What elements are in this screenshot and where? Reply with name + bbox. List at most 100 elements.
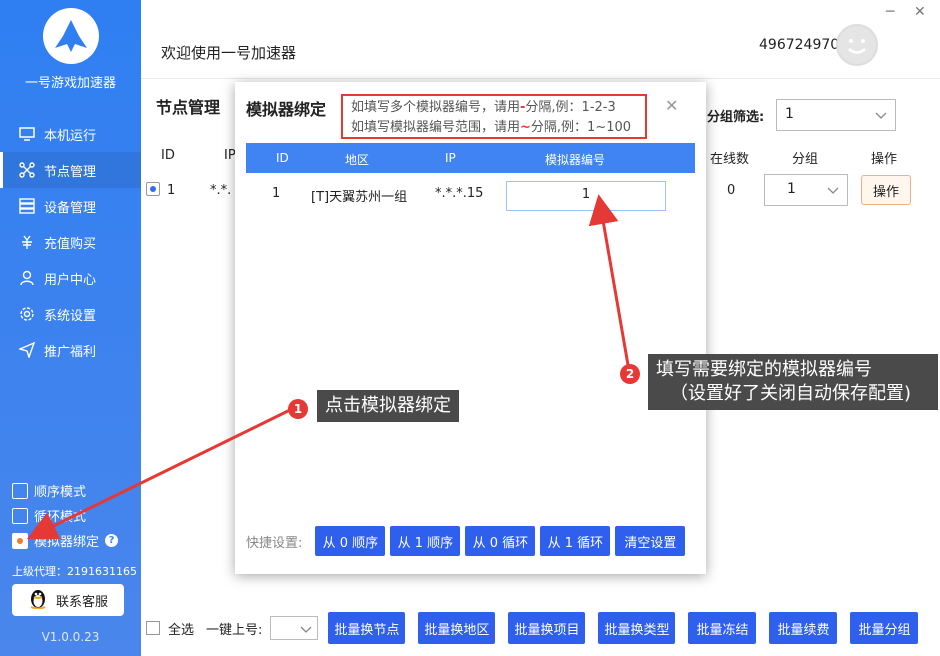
help-icon[interactable]: ? (105, 534, 119, 547)
sidebar-item-label: 系统设置 (44, 308, 97, 324)
col-ip: IP (445, 151, 456, 165)
checkbox-box[interactable] (12, 482, 28, 499)
sidebar-item-node-management[interactable]: 节点管理 (0, 152, 141, 188)
col-ip: IP (224, 148, 236, 163)
page-title: 节点管理 (156, 98, 221, 117)
step-1-callout: 点击模拟器绑定 (317, 390, 459, 422)
welcome-text: 欢迎使用一号加速器 (161, 44, 297, 62)
row-online: 0 (727, 183, 736, 198)
sidebar: 一号游戏加速器 本机运行 节点管理 设备管理 充值购买 用户中心 系统设置 推广… (0, 0, 141, 656)
batch-change-project-button[interactable]: 批量换项目 (508, 612, 586, 644)
batch-renew-button[interactable]: 批量续费 (769, 612, 838, 644)
chevron-down-icon (827, 187, 839, 194)
col-emulator-number: 模拟器编号 (545, 153, 606, 167)
user-icon (18, 269, 36, 287)
row-select-radio[interactable] (146, 182, 160, 196)
sidebar-item-user-center[interactable]: 用户中心 (0, 260, 141, 296)
sidebar-item-label: 节点管理 (44, 164, 97, 180)
select-all-checkbox[interactable] (146, 621, 160, 635)
user-id: 496724970 (759, 37, 840, 53)
row-region: [T]天翼苏州一组 (311, 190, 408, 205)
mode-label: 模拟器绑定 (34, 535, 100, 550)
group-filter-label: 分组筛选: (707, 110, 765, 125)
hint-line-1: 如填写多个模拟器编号，请用-分隔,例：1-2-3 (351, 100, 616, 115)
sidebar-item-label: 推广福利 (44, 344, 97, 360)
hint-line-2: 如填写模拟器编号范围，请用~分隔,例：1~100 (351, 120, 632, 135)
one-click-label: 一键上号: (206, 622, 263, 638)
step-badge-2: 2 (620, 364, 640, 384)
emulator-binding-checkbox[interactable]: 模拟器绑定 ? (12, 531, 119, 550)
one-click-select[interactable] (270, 616, 319, 640)
sidebar-item-local-run[interactable]: 本机运行 (0, 116, 141, 152)
group-filter-value: 1 (785, 106, 794, 122)
sidebar-item-system-settings[interactable]: 系统设置 (0, 296, 141, 332)
col-id: ID (161, 148, 175, 163)
sidebar-item-promotion[interactable]: 推广福利 (0, 332, 141, 368)
col-region: 地区 (345, 153, 370, 167)
close-window-button[interactable]: ✕ (914, 4, 926, 20)
chevron-down-icon (875, 112, 887, 119)
qq-penguin-icon (28, 587, 48, 613)
sidebar-item-label: 本机运行 (44, 128, 97, 144)
app-name: 一号游戏加速器 (24, 76, 116, 91)
app-logo (43, 8, 99, 64)
row-ip: *.*. (210, 183, 232, 198)
row-ip: *.*.*.15 (435, 186, 484, 201)
checkbox-box[interactable] (12, 507, 28, 524)
contact-label: 联系客服 (55, 594, 108, 610)
select-all-label: 全选 (168, 622, 195, 638)
from-1-sequence-button[interactable]: 从 1 顺序 (390, 526, 461, 556)
from-1-loop-button[interactable]: 从 1 循环 (540, 526, 611, 556)
sidebar-item-device-management[interactable]: 设备管理 (0, 188, 141, 224)
step-2-line-1: 填写需要绑定的模拟器编号 (656, 359, 872, 380)
recharge-icon (18, 233, 36, 251)
sidebar-nav: 本机运行 节点管理 设备管理 充值购买 用户中心 系统设置 推广福利 (0, 116, 141, 368)
col-group: 分组 (792, 152, 819, 167)
col-online: 在线数 (710, 152, 750, 167)
avatar[interactable] (836, 24, 878, 66)
group-filter-select[interactable]: 1 (776, 99, 896, 131)
agent-info: 上级代理：2191631165 (12, 565, 137, 578)
nodes-icon (18, 161, 36, 179)
header-divider (141, 78, 940, 79)
row-group-value: 1 (787, 181, 796, 197)
from-0-sequence-button[interactable]: 从 0 顺序 (315, 526, 386, 556)
batch-change-region-button[interactable]: 批量换地区 (418, 612, 496, 644)
col-action: 操作 (871, 152, 898, 167)
version: V1.0.0.23 (41, 630, 100, 644)
dialog-table-header: ID 地区 IP 模拟器编号 (246, 143, 695, 173)
dialog-close-icon[interactable]: ✕ (665, 96, 678, 115)
hint-box: 如填写多个模拟器编号，请用-分隔,例：1-2-3 如填写模拟器编号范围，请用~分… (341, 94, 647, 139)
batch-group-button[interactable]: 批量分组 (850, 612, 919, 644)
mode-label: 循环模式 (34, 510, 87, 525)
send-icon (18, 341, 36, 359)
batch-change-type-button[interactable]: 批量换类型 (598, 612, 676, 644)
sidebar-item-label: 充值购买 (44, 236, 97, 252)
sidebar-item-label: 用户中心 (44, 272, 97, 288)
emulator-binding-dialog: 模拟器绑定 如填写多个模拟器编号，请用-分隔,例：1-2-3 如填写模拟器编号范… (235, 82, 706, 574)
devices-icon (18, 197, 36, 215)
checkbox-box[interactable] (12, 532, 28, 549)
bottom-toolbar: 全选 一键上号: 批量换节点 批量换地区 批量换项目 批量换类型 批量冻结 批量… (146, 612, 919, 644)
sequence-mode-checkbox[interactable]: 顺序模式 (12, 481, 86, 500)
step-2-line-2: （设置好了关闭自动保存配置) (670, 383, 912, 404)
row-id: 1 (272, 186, 281, 201)
row-group-select[interactable]: 1 (764, 174, 848, 206)
contact-support-button[interactable]: 联系客服 (12, 584, 124, 616)
loop-mode-checkbox[interactable]: 循环模式 (12, 506, 86, 525)
chevron-down-icon (300, 626, 312, 633)
quick-settings-label: 快捷设置: (246, 535, 303, 551)
col-id: ID (276, 151, 289, 165)
monitor-icon (18, 125, 36, 143)
sidebar-item-recharge[interactable]: 充值购买 (0, 224, 141, 260)
row-action-button[interactable]: 操作 (861, 175, 911, 205)
gear-icon (18, 305, 36, 323)
from-0-loop-button[interactable]: 从 0 循环 (465, 526, 536, 556)
batch-change-node-button[interactable]: 批量换节点 (328, 612, 406, 644)
step-badge-1: 1 (288, 399, 308, 419)
mode-label: 顺序模式 (34, 485, 87, 500)
batch-freeze-button[interactable]: 批量冻结 (688, 612, 757, 644)
emulator-number-input[interactable]: 1 (506, 181, 666, 211)
minimize-button[interactable]: ─ (886, 4, 894, 20)
clear-settings-button[interactable]: 清空设置 (615, 526, 686, 556)
